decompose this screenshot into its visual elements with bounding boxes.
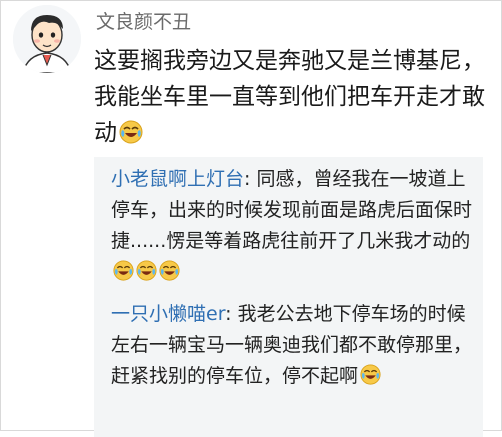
reply-item: 一只小懒喵er: 我老公去地下停车场的时候左右一辆宝马一辆奥迪我们都不敢停那里，… (111, 299, 479, 392)
comment-body: 这要搁我旁边又是奔驰又是兰博基尼，我能坐车里一直等到他们把车开走才敢动 (94, 48, 485, 146)
reply-separator: : (225, 303, 238, 325)
avatar-illustration-icon (13, 5, 81, 73)
reply-author[interactable]: 一只小懒喵er (111, 303, 225, 325)
laugh-cry-icon (159, 260, 180, 281)
laugh-cry-icon (136, 260, 157, 281)
laugh-cry-icon (360, 364, 381, 385)
reply-item: 小老鼠啊上灯台: 同感，曾经我在一坡道上停车，出来的时候发现前面是路虎后面保时捷… (111, 164, 479, 288)
laugh-cry-icon (119, 120, 143, 144)
avatar[interactable] (13, 5, 81, 73)
comment-text: 这要搁我旁边又是奔驰又是兰博基尼，我能坐车里一直等到他们把车开走才敢动 (94, 43, 489, 151)
reply-separator: : (244, 168, 257, 190)
comment-author[interactable]: 文良颜不丑 (96, 9, 191, 35)
reply-author[interactable]: 小老鼠啊上灯台 (111, 168, 244, 190)
laugh-cry-icon (113, 260, 134, 281)
